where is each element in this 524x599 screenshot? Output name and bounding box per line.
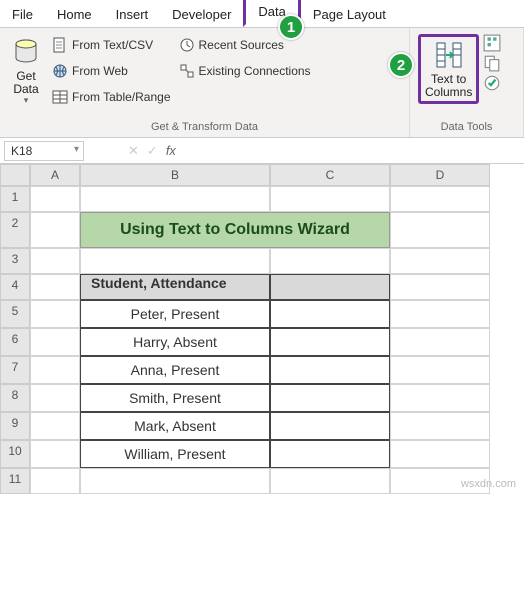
enter-formula-icon[interactable]: ✓	[147, 143, 158, 159]
cell[interactable]	[390, 440, 490, 468]
group-label-get-transform: Get & Transform Data	[8, 119, 401, 135]
row-header[interactable]: 5	[0, 300, 30, 328]
from-web-button[interactable]: From Web	[52, 60, 171, 82]
cell[interactable]	[30, 412, 80, 440]
row-header[interactable]: 10	[0, 440, 30, 468]
text-file-icon	[52, 37, 68, 53]
cell[interactable]	[390, 384, 490, 412]
worksheet-grid[interactable]: A B C D 1 2 Using Text to Columns Wizard…	[0, 164, 524, 494]
table-row[interactable]: Anna, Present	[80, 356, 270, 384]
row-header[interactable]: 7	[0, 356, 30, 384]
row-header[interactable]: 4	[0, 274, 30, 300]
existing-connections-button[interactable]: Existing Connections	[179, 60, 311, 82]
cell[interactable]	[30, 328, 80, 356]
watermark: wsxdn.com	[461, 478, 516, 490]
row-header[interactable]: 6	[0, 328, 30, 356]
cell[interactable]	[30, 186, 80, 212]
table-header-empty[interactable]	[270, 274, 390, 300]
col-header-b[interactable]: B	[80, 164, 270, 186]
cell[interactable]	[30, 274, 80, 300]
table-header[interactable]: Student, Attendance	[80, 274, 270, 300]
table-row-empty[interactable]	[270, 328, 390, 356]
cell[interactable]	[30, 248, 80, 274]
row-header[interactable]: 11	[0, 468, 30, 494]
row-header[interactable]: 1	[0, 186, 30, 212]
row-header[interactable]: 8	[0, 384, 30, 412]
callout-1: 1	[278, 14, 304, 40]
from-text-csv-button[interactable]: From Text/CSV	[52, 34, 171, 56]
tab-developer[interactable]: Developer	[160, 2, 243, 27]
database-icon	[10, 36, 42, 68]
cell[interactable]	[270, 468, 390, 494]
select-all-corner[interactable]	[0, 164, 30, 186]
cell[interactable]	[390, 186, 490, 212]
table-icon	[52, 89, 68, 105]
cell[interactable]	[30, 384, 80, 412]
text-to-columns-icon	[433, 39, 465, 71]
cell[interactable]	[30, 212, 80, 248]
table-row-empty[interactable]	[270, 440, 390, 468]
table-row[interactable]: William, Present	[80, 440, 270, 468]
connection-icon	[179, 63, 195, 79]
fx-label[interactable]: fx	[166, 143, 176, 158]
cell[interactable]	[270, 248, 390, 274]
cell[interactable]	[390, 328, 490, 356]
col-header-c[interactable]: C	[270, 164, 390, 186]
text-to-columns-button[interactable]: Text to Columns	[418, 34, 479, 104]
table-row-empty[interactable]	[270, 384, 390, 412]
tab-home[interactable]: Home	[45, 2, 104, 27]
from-table-range-button[interactable]: From Table/Range	[52, 86, 171, 108]
flash-fill-icon[interactable]	[483, 34, 501, 52]
cell[interactable]	[390, 274, 490, 300]
ribbon: Get Data ▾ From Text/CSV From Web From T…	[0, 28, 524, 138]
group-label-data-tools: Data Tools	[418, 119, 515, 135]
remove-duplicates-icon[interactable]	[483, 54, 501, 72]
ribbon-tabs: File Home Insert Developer Data Page Lay…	[0, 0, 524, 28]
table-row[interactable]: Smith, Present	[80, 384, 270, 412]
table-row-empty[interactable]	[270, 412, 390, 440]
tab-file[interactable]: File	[0, 2, 45, 27]
cancel-formula-icon[interactable]: ✕	[128, 143, 139, 159]
col-header-a[interactable]: A	[30, 164, 80, 186]
cell[interactable]	[80, 468, 270, 494]
cell[interactable]	[30, 440, 80, 468]
table-row-empty[interactable]	[270, 356, 390, 384]
cell[interactable]	[30, 300, 80, 328]
get-data-button[interactable]: Get Data ▾	[8, 32, 44, 110]
cell[interactable]	[270, 186, 390, 212]
cell[interactable]	[80, 248, 270, 274]
table-row[interactable]: Harry, Absent	[80, 328, 270, 356]
table-row[interactable]: Mark, Absent	[80, 412, 270, 440]
col-header-d[interactable]: D	[390, 164, 490, 186]
cell[interactable]	[80, 186, 270, 212]
cell[interactable]	[390, 248, 490, 274]
tab-insert[interactable]: Insert	[104, 2, 161, 27]
cell[interactable]	[390, 212, 490, 248]
tab-pagelayout[interactable]: Page Layout	[301, 2, 398, 27]
callout-2: 2	[388, 52, 414, 78]
recent-icon	[179, 37, 195, 53]
row-header[interactable]: 9	[0, 412, 30, 440]
cell[interactable]	[390, 356, 490, 384]
cell[interactable]	[390, 412, 490, 440]
cell[interactable]	[30, 468, 80, 494]
name-box[interactable]: K18	[4, 141, 84, 161]
cell[interactable]	[390, 300, 490, 328]
table-row-empty[interactable]	[270, 300, 390, 328]
row-header[interactable]: 2	[0, 212, 30, 248]
title-cell[interactable]: Using Text to Columns Wizard	[80, 212, 390, 248]
data-validation-icon[interactable]	[483, 74, 501, 92]
table-row[interactable]: Peter, Present	[80, 300, 270, 328]
cell[interactable]	[30, 356, 80, 384]
globe-icon	[52, 63, 68, 79]
formula-bar-row: K18 ✕ ✓ fx	[0, 138, 524, 164]
row-header[interactable]: 3	[0, 248, 30, 274]
